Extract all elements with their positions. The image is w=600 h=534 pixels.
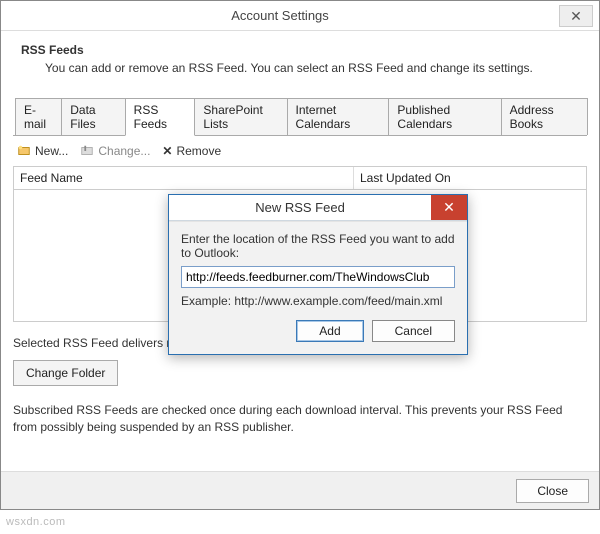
dialog-prompt: Enter the location of the RSS Feed you w… [181,232,455,260]
add-button[interactable]: Add [296,320,363,342]
dialog-titlebar: New RSS Feed ✕ [169,195,467,221]
dialog-title: New RSS Feed [169,200,431,215]
dialog-body: Enter the location of the RSS Feed you w… [169,221,467,354]
watermark: wsxdn.com [6,516,66,528]
dialog-close-button[interactable]: ✕ [431,195,467,220]
dialog-buttons: Add Cancel [181,320,455,342]
modal-overlay: New RSS Feed ✕ Enter the location of the… [0,0,600,534]
new-rss-feed-dialog: New RSS Feed ✕ Enter the location of the… [168,194,468,355]
close-icon: ✕ [443,199,455,216]
dialog-example: Example: http://www.example.com/feed/mai… [181,294,455,308]
cancel-button[interactable]: Cancel [372,320,455,342]
rss-url-input[interactable] [181,266,455,288]
